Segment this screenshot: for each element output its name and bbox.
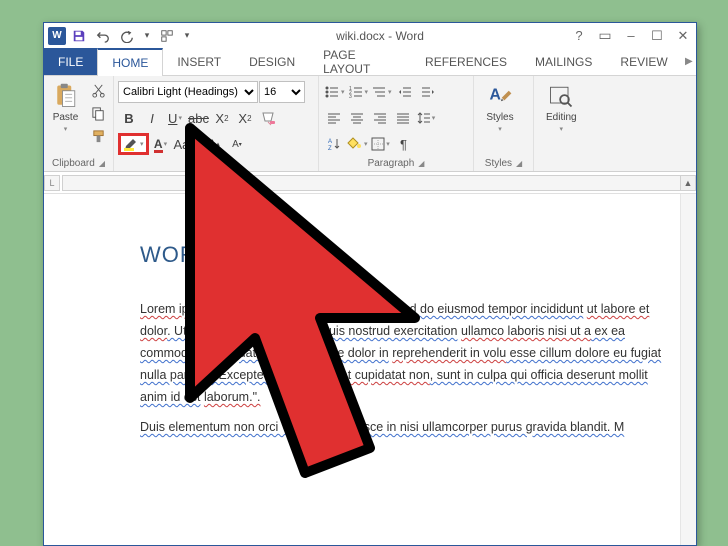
word-app-icon: W — [48, 27, 66, 45]
doc-heading: WORKS CITED — [140, 242, 670, 268]
shading-icon[interactable]: ▾ — [346, 133, 369, 155]
paste-button[interactable]: Paste ▾ — [48, 78, 83, 155]
show-marks-icon[interactable]: ¶ — [393, 133, 415, 155]
paragraph-launcher-icon[interactable]: ◢ — [418, 159, 424, 168]
qat-customize-icon[interactable]: ▾ — [140, 26, 154, 46]
tab-file[interactable]: FILE — [44, 48, 97, 75]
ribbon-tabs: FILE HOME INSERT DESIGN PAGE LAYOUT REFE… — [44, 48, 696, 76]
horizontal-ruler[interactable] — [62, 175, 696, 191]
editing-btn-label: Editing — [546, 112, 577, 123]
title-bar: W ▾ ▾ wiki.docx - Word ? ▭ – ☐ ✕ — [44, 23, 696, 48]
styles-button[interactable]: A Styles ▾ — [478, 78, 522, 155]
window-controls: ? ▭ – ☐ ✕ — [566, 26, 696, 46]
svg-text:Z: Z — [328, 146, 332, 151]
editing-button[interactable]: Editing ▾ — [538, 78, 585, 155]
styles-launcher-icon[interactable]: ◢ — [516, 159, 522, 168]
document-area[interactable]: WORKS CITED Lorem ipsum dolo, consectetu… — [62, 194, 680, 545]
text-highlight-button[interactable]: ▾ — [118, 133, 149, 155]
italic-button[interactable]: I — [141, 107, 163, 129]
tab-scroll-right-icon[interactable]: ▶ — [682, 48, 696, 75]
tab-page-layout[interactable]: PAGE LAYOUT — [309, 48, 411, 75]
ribbon: Paste ▾ Clipboard ◢ Calibri Light (Headin… — [44, 76, 696, 172]
qat-dropdown-icon[interactable]: ▾ — [180, 26, 194, 46]
redo-icon[interactable] — [116, 26, 138, 46]
group-paragraph: ▾ 123▾ ▾ ▾ AZ ▾ ▾ ¶ — [319, 76, 474, 171]
bullets-icon[interactable]: ▾ — [323, 81, 346, 103]
group-styles: A Styles ▾ Styles ◢ — [474, 76, 534, 171]
clear-formatting-icon[interactable] — [257, 107, 279, 129]
justify-icon[interactable] — [392, 107, 414, 129]
font-color-button[interactable]: A▾ — [150, 133, 172, 155]
numbering-icon[interactable]: 123▾ — [347, 81, 370, 103]
minimize-icon[interactable]: – — [618, 26, 644, 46]
sort-icon[interactable]: AZ — [323, 133, 345, 155]
align-right-icon[interactable] — [369, 107, 391, 129]
svg-text:A: A — [328, 139, 332, 145]
ruler-area: L ▲ — [44, 172, 696, 194]
bold-button[interactable]: B — [118, 107, 140, 129]
doc-paragraph-2: Duis elementum non orci vel congue. Fusc… — [140, 416, 670, 438]
superscript-button[interactable]: X2 — [234, 107, 256, 129]
font-name-select[interactable]: Calibri Light (Headings) — [118, 81, 258, 103]
paste-label: Paste — [53, 112, 79, 123]
help-icon[interactable]: ? — [566, 26, 592, 46]
touch-mode-icon[interactable] — [156, 26, 178, 46]
group-font: Calibri Light (Headings) 16 B I U▾ abc X… — [114, 76, 319, 171]
tab-home[interactable]: HOME — [97, 48, 163, 76]
font-size-select[interactable]: 16 — [259, 81, 305, 103]
font-launcher-icon[interactable]: ◢ — [225, 159, 231, 168]
qat-save-icon[interactable] — [68, 26, 90, 46]
decrease-indent-icon[interactable] — [394, 81, 416, 103]
cut-icon[interactable] — [87, 80, 109, 100]
group-editing: Editing ▾ — [534, 76, 590, 171]
tab-review[interactable]: REVIEW — [606, 48, 681, 75]
clipboard-label: Clipboard — [52, 158, 95, 169]
styles-btn-label: Styles — [486, 112, 513, 123]
vertical-scrollbar[interactable] — [680, 194, 696, 545]
copy-icon[interactable] — [87, 103, 109, 123]
tab-design[interactable]: DESIGN — [235, 48, 309, 75]
window-title: wiki.docx - Word — [194, 29, 566, 43]
word-window: W ▾ ▾ wiki.docx - Word ? ▭ – ☐ ✕ FIL — [43, 22, 697, 546]
font-group-label: Font — [201, 158, 221, 169]
styles-group-label: Styles — [485, 158, 512, 169]
format-painter-icon[interactable] — [87, 126, 109, 146]
tab-references[interactable]: REFERENCES — [411, 48, 521, 75]
line-spacing-icon[interactable]: ▾ — [415, 107, 437, 129]
quick-access-toolbar: W ▾ ▾ — [44, 26, 194, 46]
undo-icon[interactable] — [92, 26, 114, 46]
clipboard-launcher-icon[interactable]: ◢ — [99, 159, 105, 168]
svg-text:3: 3 — [349, 94, 352, 99]
align-center-icon[interactable] — [346, 107, 368, 129]
borders-icon[interactable]: ▾ — [370, 133, 392, 155]
tab-mailings[interactable]: MAILINGS — [521, 48, 606, 75]
scroll-up-icon[interactable]: ▲ — [680, 175, 696, 191]
close-icon[interactable]: ✕ — [670, 26, 696, 46]
ribbon-display-icon[interactable]: ▭ — [592, 26, 618, 46]
increase-indent-icon[interactable] — [417, 81, 439, 103]
svg-text:A: A — [490, 87, 501, 104]
paragraph-label: Paragraph — [368, 158, 415, 169]
multilevel-list-icon[interactable]: ▾ — [370, 81, 393, 103]
group-clipboard: Paste ▾ Clipboard ◢ — [44, 76, 114, 171]
shrink-font-button[interactable]: A▾ — [226, 133, 248, 155]
ruler-corner: L — [44, 175, 60, 191]
tab-insert[interactable]: INSERT — [163, 48, 235, 75]
change-case-button[interactable]: Aa▾ — [173, 133, 195, 155]
underline-button[interactable]: U▾ — [164, 107, 186, 129]
doc-paragraph-1: Lorem ipsum dolo, consectetur adipiscing… — [140, 298, 670, 408]
maximize-icon[interactable]: ☐ — [644, 26, 670, 46]
align-left-icon[interactable] — [323, 107, 345, 129]
grow-font-button[interactable]: A▴ — [203, 133, 225, 155]
strikethrough-button[interactable]: abc — [187, 107, 210, 129]
subscript-button[interactable]: X2 — [211, 107, 233, 129]
